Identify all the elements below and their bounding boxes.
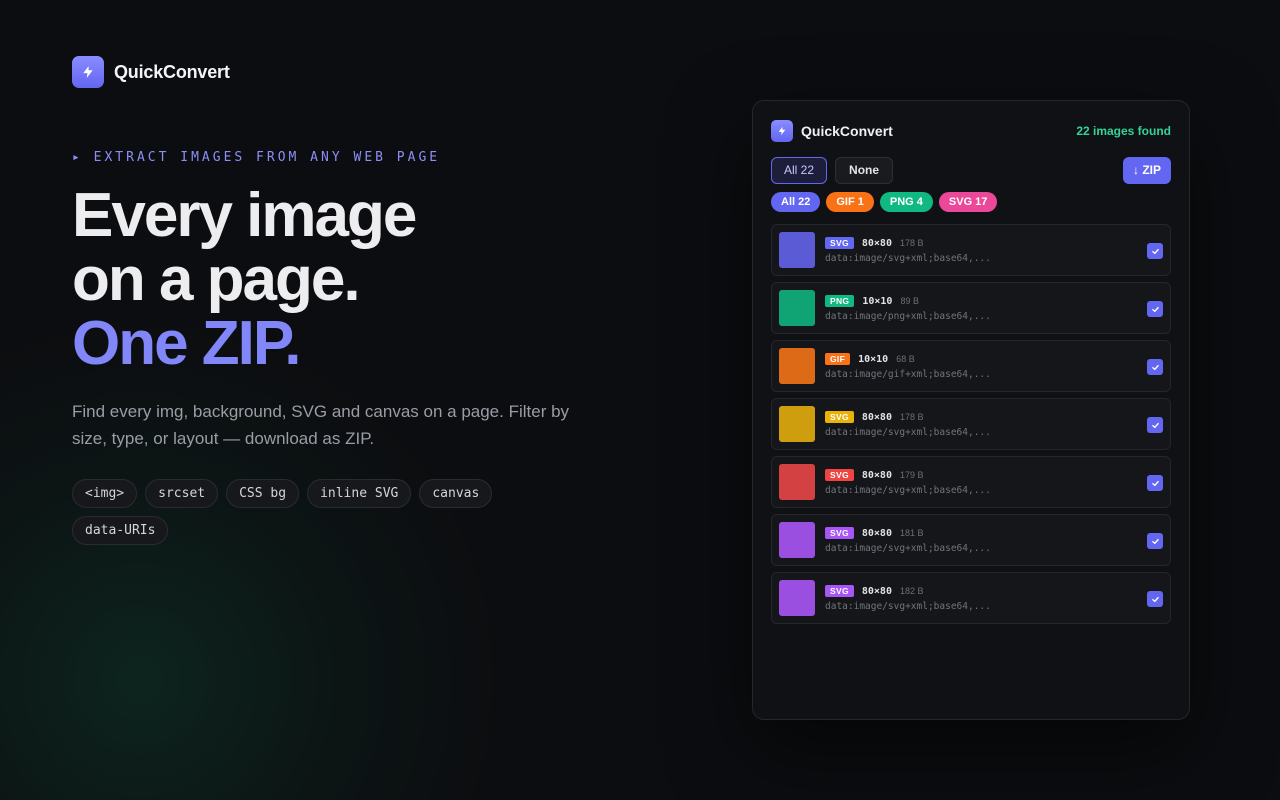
select-all-button[interactable]: All 22: [771, 156, 828, 184]
image-thumbnail: [779, 232, 815, 268]
feature-chip: canvas: [419, 479, 493, 508]
hero-headline: Every image on a page. One ZIP.: [72, 181, 417, 378]
image-uri: data:image/png+xml;base64,...: [825, 310, 991, 322]
image-row[interactable]: SVG 80×80 182 B data:image/svg+xml;base64,.…: [771, 572, 1171, 624]
checkbox-checked-icon[interactable]: [1147, 533, 1163, 549]
image-info: SVG 80×80 178 B data:image/svg+xml;base64,.…: [825, 237, 991, 264]
hero-eyebrow: ▸ EXTRACT IMAGES FROM ANY WEB PAGE: [72, 150, 441, 165]
checkbox-checked-icon[interactable]: [1147, 301, 1163, 317]
image-info: SVG 80×80 182 B data:image/svg+xml;base64,.…: [825, 585, 991, 612]
image-size: 178 B: [899, 238, 924, 248]
checkbox-checked-icon[interactable]: [1147, 359, 1163, 375]
feature-chip: data-URIs: [72, 516, 169, 545]
checkbox-checked-icon[interactable]: [1147, 591, 1163, 607]
download-zip-button[interactable]: ↓ ZIP: [1122, 156, 1171, 184]
type-filters: All 22 GIF 1 PNG 4 SVG 17: [771, 192, 1171, 212]
image-info: PNG 10×10 89 B data:image/png+xml;base64,..…: [825, 295, 991, 322]
image-info: GIF 10×10 68 B data:image/gif+xml;base64,..…: [825, 353, 991, 380]
select-none-button[interactable]: None: [835, 156, 894, 184]
image-uri: data:image/svg+xml;base64,...: [825, 484, 991, 496]
brand-name: QuickConvert: [114, 61, 230, 82]
image-thumbnail: [779, 580, 815, 616]
image-thumbnail: [779, 406, 815, 442]
image-row[interactable]: SVG 80×80 178 B data:image/svg+xml;base64,.…: [771, 398, 1171, 450]
image-row[interactable]: SVG 80×80 179 B data:image/svg+xml;base64,.…: [771, 456, 1171, 508]
type-badge: SVG: [825, 411, 854, 423]
image-size: 182 B: [899, 586, 924, 596]
type-badge: PNG: [825, 295, 855, 307]
image-dimensions: 80×80: [861, 469, 892, 481]
bolt-icon: [72, 56, 104, 88]
image-row[interactable]: SVG 80×80 181 B data:image/svg+xml;base64,.…: [771, 514, 1171, 566]
feature-chips: <img> srcset CSS bg inline SVG canvas data-UR…: [72, 479, 512, 545]
image-uri: data:image/svg+xml;base64,...: [825, 600, 991, 612]
filter-pill[interactable]: GIF 1: [826, 192, 874, 212]
bolt-icon: [771, 120, 793, 142]
image-dimensions: 80×80: [861, 411, 892, 423]
image-dimensions: 80×80: [861, 585, 892, 597]
checkbox-checked-icon[interactable]: [1147, 417, 1163, 433]
image-uri: data:image/svg+xml;base64,...: [825, 542, 991, 554]
panel-header: QuickConvert 22 images found: [771, 119, 1171, 143]
image-thumbnail: [779, 522, 815, 558]
filter-pill[interactable]: PNG 4: [879, 192, 933, 212]
image-dimensions: 80×80: [861, 237, 892, 249]
image-thumbnail: [779, 464, 815, 500]
image-dimensions: 80×80: [861, 527, 892, 539]
image-row[interactable]: PNG 10×10 89 B data:image/png+xml;base64,..…: [771, 282, 1171, 334]
filter-pill[interactable]: All 22: [771, 192, 821, 212]
feature-chip: inline SVG: [307, 479, 412, 508]
selection-controls: All 22 None ↓ ZIP: [771, 156, 1171, 184]
image-info: SVG 80×80 178 B data:image/svg+xml;base64,.…: [825, 411, 991, 438]
image-uri: data:image/svg+xml;base64,...: [825, 426, 991, 438]
image-info: SVG 80×80 181 B data:image/svg+xml;base64,.…: [825, 527, 991, 554]
headline-line-2: on a page.: [72, 245, 361, 314]
headline-accent: One ZIP.: [72, 309, 302, 378]
image-thumbnail: [779, 348, 815, 384]
image-thumbnail: [779, 290, 815, 326]
image-uri: data:image/svg+xml;base64,...: [825, 252, 991, 264]
filter-pill[interactable]: SVG 17: [938, 192, 998, 212]
image-size: 178 B: [899, 412, 924, 422]
hero-description: Find every img, background, SVG and canv…: [72, 402, 570, 448]
type-badge: GIF: [825, 353, 851, 365]
extension-panel: QuickConvert 22 images found All 22 None…: [752, 100, 1190, 720]
image-row[interactable]: GIF 10×10 68 B data:image/gif+xml;base64,..…: [771, 340, 1171, 392]
image-dimensions: 10×10: [858, 353, 889, 365]
type-badge: SVG: [825, 469, 854, 481]
image-size: 89 B: [900, 296, 919, 306]
type-badge: SVG: [825, 527, 854, 539]
type-badge: SVG: [825, 237, 854, 249]
checkbox-checked-icon[interactable]: [1147, 243, 1163, 259]
images-found-count: 22 images found: [1076, 124, 1171, 138]
headline-line-1: Every image: [72, 181, 417, 250]
image-size: 181 B: [899, 528, 924, 538]
image-row[interactable]: SVG 80×80 178 B data:image/svg+xml;base64,.…: [771, 224, 1171, 276]
image-info: SVG 80×80 179 B data:image/svg+xml;base64,.…: [825, 469, 991, 496]
feature-chip: CSS bg: [226, 479, 300, 508]
image-uri: data:image/gif+xml;base64,...: [825, 368, 991, 380]
image-size: 68 B: [896, 354, 915, 364]
feature-chip: srcset: [145, 479, 219, 508]
brand: QuickConvert: [72, 56, 230, 88]
image-size: 179 B: [899, 470, 924, 480]
image-list: SVG 80×80 178 B data:image/svg+xml;base64,.…: [771, 224, 1171, 624]
checkbox-checked-icon[interactable]: [1147, 475, 1163, 491]
type-badge: SVG: [825, 585, 854, 597]
feature-chip: <img>: [72, 479, 138, 508]
image-dimensions: 10×10: [862, 295, 893, 307]
panel-title: QuickConvert: [801, 123, 893, 139]
